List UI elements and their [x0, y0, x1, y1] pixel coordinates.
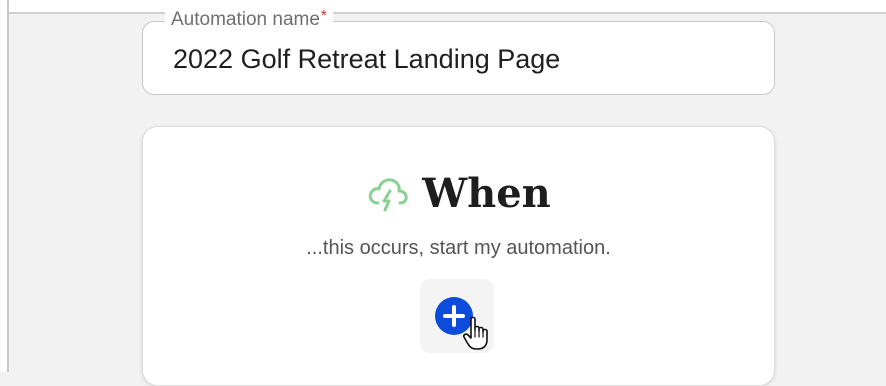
- trigger-card: When ...this occurs, start my automation…: [142, 126, 775, 386]
- required-asterisk: *: [320, 7, 327, 24]
- automation-name-label-text: Automation name: [171, 9, 320, 30]
- trigger-heading: When: [143, 169, 774, 219]
- trigger-subtitle: ...this occurs, start my automation.: [306, 237, 611, 259]
- top-panel-edge: [9, 0, 886, 14]
- automation-name-label: Automation name*: [165, 7, 333, 32]
- left-panel-edge: [0, 0, 9, 372]
- hand-cursor-icon: [463, 316, 488, 350]
- automation-name-field[interactable]: Automation name* 2022 Golf Retreat Landi…: [142, 7, 775, 95]
- trigger-title: When: [422, 170, 551, 217]
- automation-name-value[interactable]: 2022 Golf Retreat Landing Page: [173, 42, 560, 76]
- add-trigger-button[interactable]: [420, 279, 494, 353]
- cloud-lightning-icon: [366, 174, 410, 214]
